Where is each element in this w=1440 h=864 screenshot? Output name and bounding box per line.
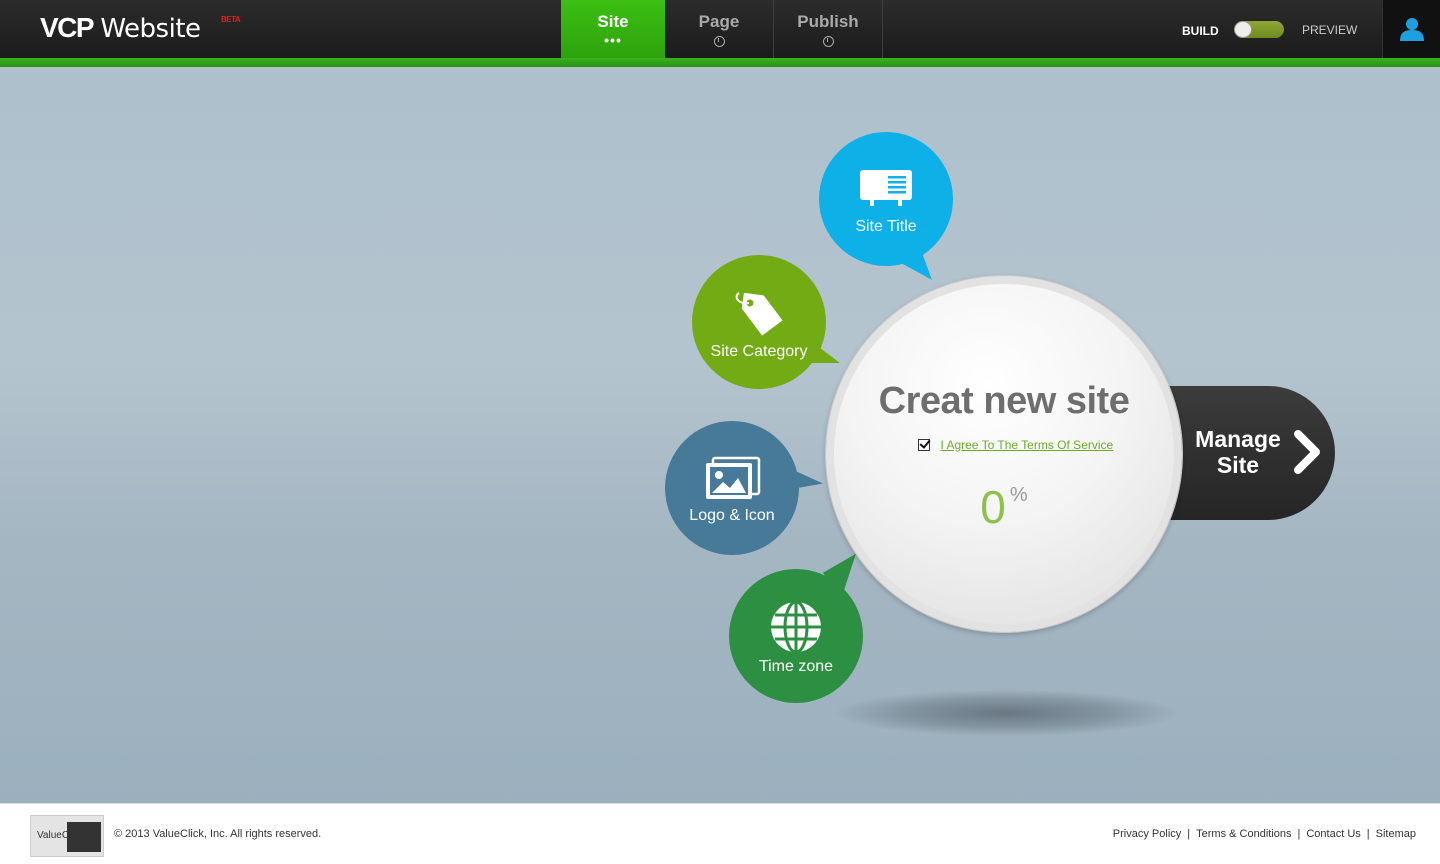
image-icon (706, 456, 761, 499)
preview-mode-label[interactable]: PREVIEW (1302, 23, 1357, 37)
contact-us-link[interactable]: Contact Us (1306, 828, 1360, 840)
terms-link[interactable]: I Agree To The Terms Of Service (940, 438, 1113, 452)
tab-site[interactable]: Site ••• (561, 0, 665, 58)
footer-links: Privacy Policy | Terms & Conditions | Contac… (1113, 828, 1416, 840)
privacy-policy-link[interactable]: Privacy Policy (1113, 828, 1181, 840)
tab-publish-label: Publish (797, 12, 859, 31)
chevron-right-icon (1294, 430, 1320, 474)
tab-site-label: Site (597, 12, 629, 31)
link-separator: | (1187, 828, 1191, 840)
progress-display: 0% (834, 480, 1174, 534)
terms-conditions-link[interactable]: Terms & Conditions (1196, 828, 1291, 840)
site-category-bubble[interactable]: Site Category (692, 255, 840, 389)
app-logo[interactable]: VCP Website BETA (40, 12, 241, 44)
user-icon (1399, 18, 1424, 41)
tab-publish[interactable]: Publish (774, 0, 883, 58)
circle-shadow (836, 690, 1176, 736)
valueclick-logo: ValueClick (30, 815, 104, 857)
build-mode-label[interactable]: BUILD (1182, 24, 1219, 38)
progress-unit: % (1009, 484, 1028, 506)
logo-text: ValueClick (37, 830, 84, 841)
sitemap-link[interactable]: Sitemap (1376, 828, 1416, 840)
create-site-title: Creat new site (878, 380, 1130, 422)
site-category-label: Site Category (710, 343, 808, 360)
copyright-text: © 2013 ValueClick, Inc. All rights reser… (114, 828, 322, 840)
clock-icon (713, 36, 725, 47)
tab-page-label: Page (698, 12, 740, 31)
logo-vcp: VCP (40, 12, 95, 43)
tag-icon (735, 292, 783, 336)
beta-badge: BETA (221, 15, 241, 24)
create-site-circle: Creat new site I Agree To The Terms Of S… (826, 276, 1182, 632)
toggle-knob[interactable] (1234, 21, 1252, 38)
terms-checkbox[interactable] (918, 438, 930, 451)
logo-icon-label: Logo & Icon (689, 507, 775, 524)
globe-icon (771, 600, 821, 654)
site-title-label: Site Title (855, 218, 917, 235)
logo-website: Website (100, 14, 201, 44)
link-separator: | (1366, 828, 1370, 840)
tab-page[interactable]: Page (665, 0, 774, 58)
clock-icon (822, 36, 834, 47)
presentation-icon (860, 170, 912, 206)
footer: ValueClick © 2013 ValueClick, Inc. All r… (0, 803, 1440, 864)
main-tabs: Site ••• Page Publish (561, 0, 883, 58)
more-dots-icon: ••• (604, 32, 622, 48)
terms-agreement: I Agree To The Terms Of Service (918, 436, 1113, 454)
user-account-button[interactable] (1382, 0, 1440, 58)
build-preview-toggle[interactable] (1233, 20, 1285, 39)
link-separator: | (1297, 828, 1301, 840)
logo-icon-bubble[interactable]: Logo & Icon (665, 421, 823, 555)
time-zone-bubble[interactable]: Time zone (729, 553, 873, 703)
manage-site-label: Manage Site (1195, 426, 1281, 478)
top-bar-accent (0, 58, 1440, 67)
top-bar: VCP Website BETA Site ••• Page Publish B… (0, 0, 1440, 58)
site-title-bubble[interactable]: Site Title (819, 132, 953, 291)
time-zone-label: Time zone (758, 658, 834, 675)
progress-value: 0 (980, 481, 1006, 533)
